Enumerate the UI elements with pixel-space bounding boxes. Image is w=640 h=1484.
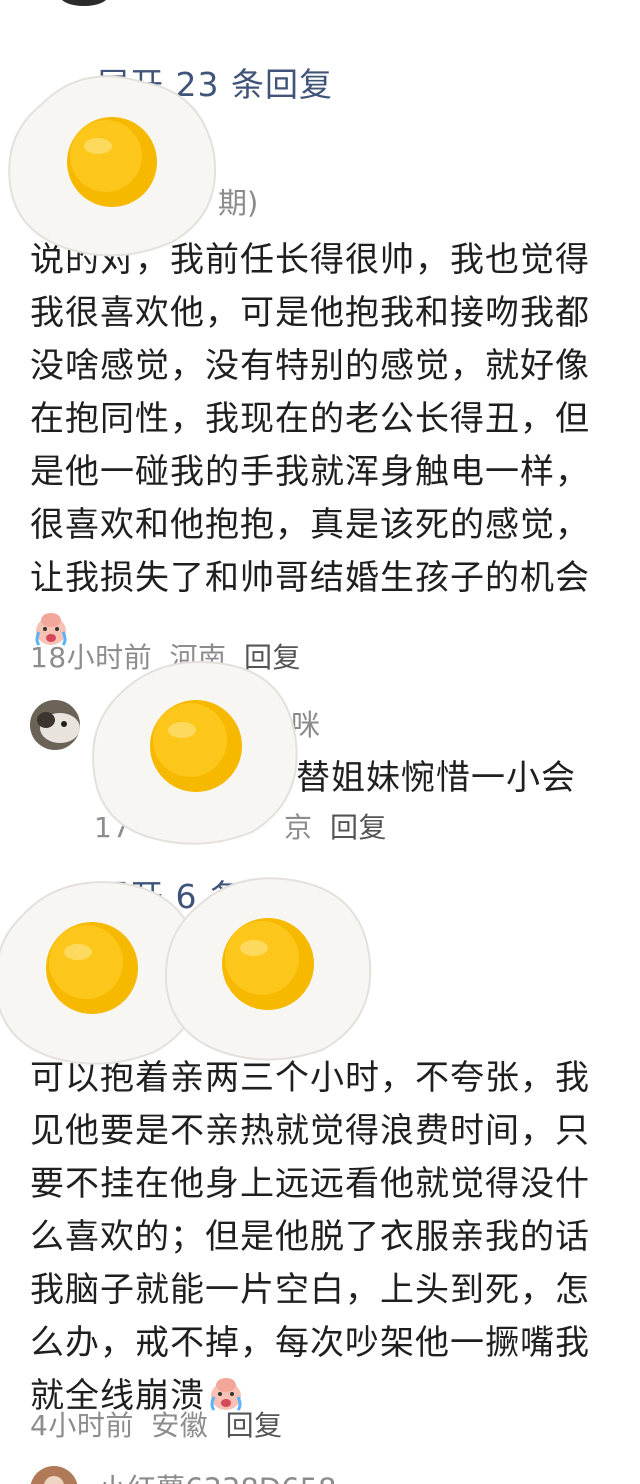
avatar-image	[30, 1466, 78, 1484]
reply-button[interactable]: 回复	[330, 811, 387, 844]
comment-author-name[interactable]: 猫咪	[262, 702, 320, 744]
comment-body: 可以抱着亲两三个小时，不夸张，我见他要是不亲热就觉得浪费时间，只要不挂在他身上远…	[30, 1058, 590, 1416]
avatar-image	[30, 700, 80, 750]
comment-thread-screen: 展开 23 条回复 期) 说的对，我前任长得很帅，我也觉得我很喜欢他，可是他抱我…	[0, 0, 640, 1484]
comment-body: 替姐妹惋惜一小会	[296, 758, 576, 798]
comment-text: 可以抱着亲两三个小时，不夸张，我见他要是不亲热就觉得浪费时间，只要不挂在他身上远…	[30, 1052, 610, 1423]
comment-time: 17	[94, 811, 131, 844]
expand-replies-link[interactable]: 展开 6 条回复	[96, 870, 311, 918]
reply-button[interactable]: 回复	[244, 641, 301, 674]
comment-meta: 18小时前 河南 回复	[30, 636, 309, 676]
comment-time: 18小时前	[30, 641, 153, 674]
avatar[interactable]	[30, 700, 80, 750]
comment-location: 京	[284, 811, 313, 844]
comment-location: 河南	[169, 641, 227, 674]
comment-meta: 17 京 回复	[94, 806, 395, 846]
comment-author-name[interactable]: 小红薯6338D658	[98, 1466, 337, 1484]
comment-location: 安徽	[151, 1409, 209, 1442]
comment-body: 说的对，我前任长得很帅，我也觉得我很喜欢他，可是他抱我和接吻我都没啥感觉，没有特…	[30, 240, 590, 598]
comment-author-name[interactable]: 期)	[218, 180, 258, 222]
comment-text: 说的对，我前任长得很帅，我也觉得我很喜欢他，可是他抱我和接吻我都没啥感觉，没有特…	[30, 234, 610, 658]
comment-meta: 4小时前 安徽 回复	[30, 1404, 291, 1444]
avatar-fragment	[60, 0, 108, 6]
reply-button[interactable]: 回复	[226, 1409, 283, 1442]
comment-time: 4小时前	[30, 1409, 134, 1442]
avatar[interactable]	[30, 1466, 78, 1484]
expand-replies-link[interactable]: 展开 23 条回复	[96, 58, 333, 106]
reply-text: 替姐妹惋惜一小会	[296, 752, 616, 805]
